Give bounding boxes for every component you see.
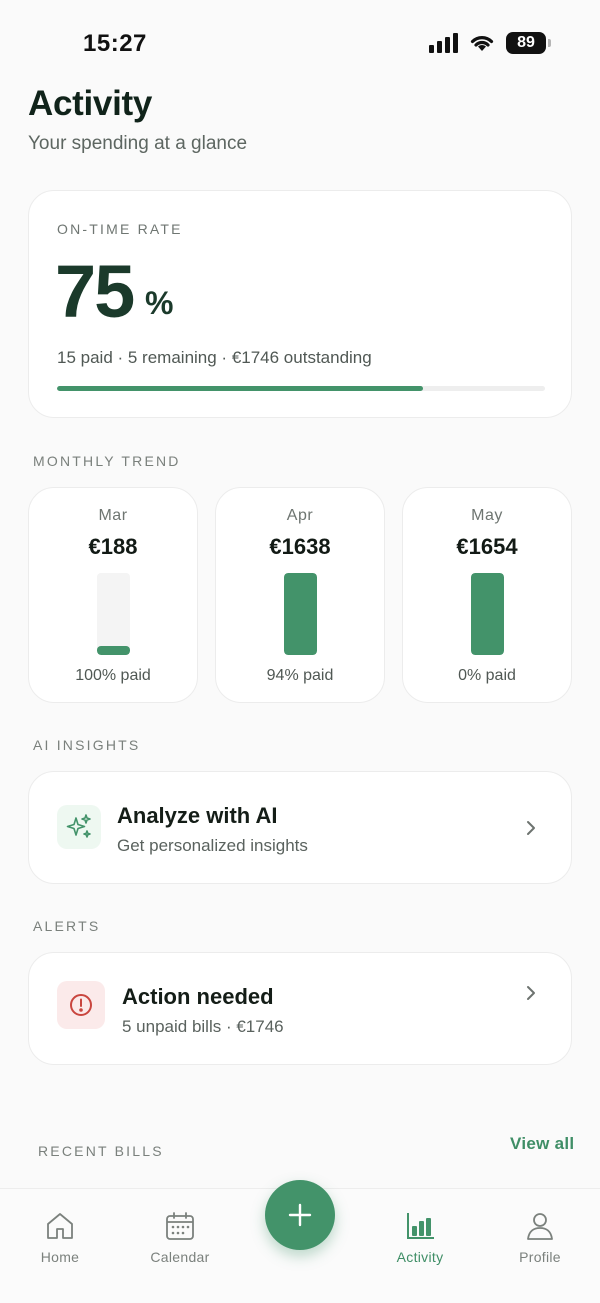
month-bar-track <box>97 573 130 655</box>
add-bill-button[interactable] <box>265 1180 335 1250</box>
recent-bills-label: RECENT BILLS <box>38 1143 164 1159</box>
calendar-icon <box>166 1212 194 1240</box>
nav-item-home[interactable]: Home <box>10 1209 110 1265</box>
on-time-progress-bar <box>57 386 545 391</box>
nav-label: Home <box>40 1249 80 1265</box>
month-card-apr[interactable]: Apr €1638 94% paid <box>215 487 385 703</box>
profile-icon <box>527 1213 553 1240</box>
month-bar-fill <box>471 573 504 655</box>
sparkles-icon <box>57 805 101 849</box>
chevron-right-icon <box>527 821 535 835</box>
on-time-rate-unit: % <box>145 285 174 321</box>
status-bar: 15:27 89 <box>0 0 600 80</box>
page-subtitle: Your spending at a glance <box>28 133 248 154</box>
month-bar-track <box>284 573 317 655</box>
alert-circle-icon <box>57 981 105 1029</box>
action-needed-subtitle: 5 unpaid bills · €1746 <box>122 1017 284 1036</box>
view-all-link[interactable]: View all <box>510 1134 574 1154</box>
monthly-trend-label: MONTHLY TREND <box>33 453 181 469</box>
action-needed-title: Action needed <box>122 984 274 1009</box>
on-time-summary: 15 paid · 5 remaining · €1746 outstandin… <box>57 348 372 367</box>
month-bar-fill <box>97 645 130 655</box>
month-card-mar[interactable]: Mar €188 100% paid <box>28 487 198 703</box>
alerts-label: ALERTS <box>33 918 101 934</box>
month-amount: €1638 <box>269 534 331 559</box>
nav-label: Calendar <box>150 1249 210 1265</box>
month-amount: €1654 <box>456 534 518 559</box>
analyze-with-ai-subtitle: Get personalized insights <box>117 836 308 855</box>
action-needed-card[interactable]: Action needed 5 unpaid bills · €1746 <box>28 952 572 1065</box>
month-bar-fill <box>284 573 317 655</box>
month-bar-track <box>471 573 504 655</box>
nav-item-calendar[interactable]: Calendar <box>130 1209 230 1265</box>
nav-label: Activity <box>396 1249 444 1265</box>
wifi-icon <box>470 36 494 51</box>
battery-indicator: 89 <box>506 32 551 54</box>
nav-item-profile[interactable]: Profile <box>490 1209 590 1265</box>
month-name: Apr <box>286 507 314 524</box>
plus-icon <box>288 1203 312 1227</box>
month-paid-percent: 94% paid <box>266 667 334 684</box>
chevron-right-icon <box>527 986 535 1000</box>
status-time: 15:27 <box>83 30 147 57</box>
page-title: Activity <box>28 84 153 123</box>
month-name: May <box>471 507 503 524</box>
cellular-signal-icon <box>429 33 458 53</box>
month-amount: €188 <box>88 534 138 559</box>
on-time-progress-fill <box>57 386 423 391</box>
on-time-rate-value: 75 <box>55 250 135 333</box>
month-name: Mar <box>98 507 128 524</box>
nav-label: Profile <box>519 1249 561 1265</box>
month-paid-percent: 0% paid <box>458 667 516 684</box>
month-paid-percent: 100% paid <box>75 667 151 684</box>
status-icons: 89 <box>429 30 551 56</box>
analyze-with-ai-title: Analyze with AI <box>117 803 278 828</box>
nav-item-activity[interactable]: Activity <box>370 1209 470 1265</box>
home-icon <box>47 1213 73 1239</box>
on-time-rate-label: ON-TIME RATE <box>57 221 183 237</box>
ai-insights-label: AI INSIGHTS <box>33 737 141 753</box>
bar-chart-icon <box>407 1213 434 1239</box>
month-card-may[interactable]: May €1654 0% paid <box>402 487 572 703</box>
analyze-with-ai-card[interactable]: Analyze with AI Get personalized insight… <box>28 771 572 884</box>
on-time-rate-card: ON-TIME RATE 75 % 15 paid · 5 remaining … <box>28 190 572 418</box>
